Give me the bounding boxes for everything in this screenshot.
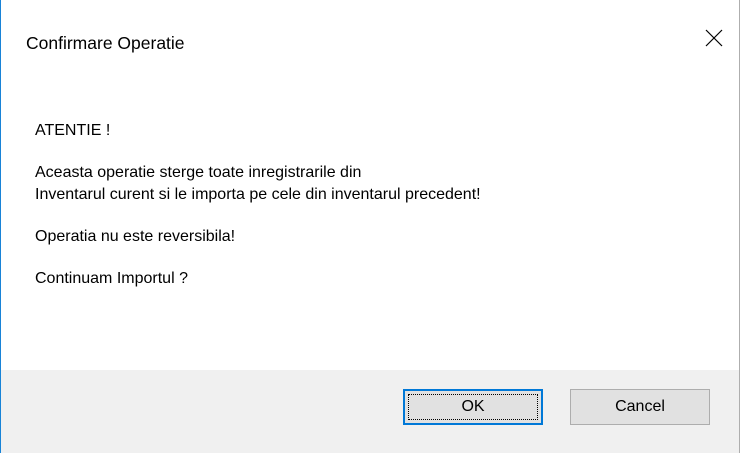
cancel-button[interactable]: Cancel (570, 389, 710, 425)
close-icon (705, 29, 723, 47)
ok-button-label: OK (461, 398, 485, 415)
message-warning: Operatia nu este reversibila! (35, 228, 236, 245)
message-body: ATENTIE ! Aceasta operatie sterge toate … (35, 120, 481, 290)
close-button[interactable] (689, 13, 739, 63)
message-line-1: Aceasta operatie sterge toate inregistra… (35, 164, 362, 181)
cancel-button-label: Cancel (615, 398, 665, 415)
button-bar: OK Cancel (1, 370, 739, 453)
confirm-dialog: Confirmare Operatie ATENTIE ! Aceasta op… (0, 0, 740, 453)
message-line-2: Inventarul curent si le importa pe cele … (35, 186, 481, 203)
dialog-title: Confirmare Operatie (26, 33, 185, 53)
title-bar: Confirmare Operatie (1, 0, 739, 88)
ok-button[interactable]: OK (403, 389, 543, 425)
message-heading: ATENTIE ! (35, 122, 111, 139)
message-question: Continuam Importul ? (35, 270, 188, 287)
